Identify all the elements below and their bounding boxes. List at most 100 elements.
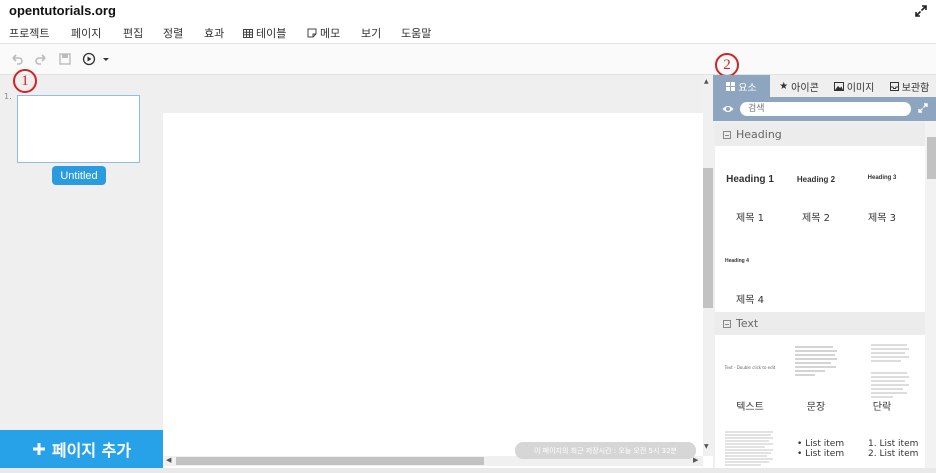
plus-icon	[32, 443, 45, 455]
tab-elements[interactable]: 요소	[713, 75, 770, 97]
toolbar	[0, 44, 936, 75]
heading-2-preview: Heading 2	[796, 175, 836, 184]
element-paragraph-preview[interactable]	[871, 343, 911, 403]
tab-images[interactable]: 이미지	[828, 75, 880, 97]
numbered-item-2: 2. List item	[868, 449, 919, 459]
element-heading-1[interactable]: Heading 1	[719, 174, 781, 185]
heading-4-label: 제목 4	[736, 295, 764, 306]
tab-archive[interactable]: 보관함	[883, 75, 936, 97]
tab-archive-label: 보관함	[901, 82, 930, 94]
menu-memo-label: 메모	[320, 27, 341, 40]
menu-align-label: 정렬	[163, 27, 184, 40]
page-number: 1.	[4, 92, 12, 101]
scroll-up-arrow-icon[interactable]: ▲	[704, 78, 709, 85]
panel-scroll-thumb[interactable]	[927, 137, 936, 179]
heading-3-label: 제목 3	[868, 213, 896, 224]
play-icon[interactable]	[82, 52, 96, 66]
annotation-marker-2: 2	[715, 53, 739, 77]
menu-table[interactable]: 테이블	[243, 25, 286, 41]
menu-bar: 프로젝트 페이지 편집 정렬 효과 테이블 메모 보기 도움말	[0, 22, 936, 44]
table-icon	[243, 28, 253, 38]
element-heading-4[interactable]: Heading 4	[725, 258, 749, 264]
page-thumbnail[interactable]	[17, 95, 140, 163]
menu-effect-label: 효과	[204, 27, 225, 40]
grid-icon	[726, 81, 736, 91]
menu-page-label: 페이지	[71, 27, 102, 40]
tab-icons-label: 아이콘	[791, 82, 819, 94]
expand-icon[interactable]	[918, 103, 928, 113]
panel-search-input[interactable]	[740, 102, 911, 116]
sentence-label: 문장	[806, 402, 826, 413]
menu-project-label: 프로젝트	[9, 27, 50, 40]
archive-icon	[889, 81, 899, 91]
title-bar: opentutorials.org	[0, 0, 936, 22]
list-item: • List item	[797, 439, 845, 449]
star-icon: ★	[779, 80, 789, 92]
menu-view[interactable]: 보기	[361, 25, 381, 41]
save-icon[interactable]	[58, 52, 72, 66]
numbered-item-1: 1. List item	[868, 439, 919, 449]
fullscreen-icon[interactable]	[915, 5, 927, 17]
menu-view-label: 보기	[361, 27, 382, 40]
menu-help[interactable]: 도움말	[401, 25, 431, 41]
paragraph-label: 단락	[872, 402, 892, 413]
collapse-icon	[723, 319, 731, 328]
canvas-vertical-scroll-thumb[interactable]	[703, 168, 713, 308]
menu-edit-label: 편집	[123, 27, 144, 40]
heading-3-preview: Heading 3	[867, 175, 897, 181]
scroll-down-arrow-icon[interactable]: ▼	[704, 443, 709, 450]
list-item: • List item	[797, 449, 845, 459]
dropdown-arrow-icon[interactable]	[99, 52, 113, 66]
menu-memo[interactable]: 메모	[307, 25, 340, 41]
text-preview: Text - Double click to edit	[724, 365, 776, 370]
app-title: opentutorials.org	[9, 3, 116, 18]
scroll-left-arrow-icon[interactable]: ◀	[166, 456, 171, 464]
element-numbered-list[interactable]: 1. List item 2. List item	[868, 439, 918, 459]
menu-table-label: 테이블	[256, 27, 287, 40]
element-long-text-preview[interactable]	[725, 430, 775, 468]
page-canvas[interactable]	[163, 113, 703, 456]
element-sentence-preview[interactable]	[795, 345, 839, 380]
panel-tabs: 요소 ★ 아이콘 이미지 보관함	[713, 75, 936, 97]
memo-icon	[307, 28, 317, 38]
element-heading-2[interactable]: Heading 2	[785, 175, 847, 184]
element-text[interactable]: Text - Double click to edit	[719, 365, 781, 370]
collapse-icon	[723, 130, 731, 139]
heading-2-label: 제목 2	[802, 213, 830, 224]
page-name-button[interactable]: Untitled	[52, 166, 106, 185]
save-status-toast: 이 페이지의 최근 저장시간 : 오늘 오전 5시 32분	[515, 442, 696, 459]
heading-4-preview: Heading 4	[725, 258, 749, 264]
bullet-item-1: List item	[805, 439, 845, 449]
tab-elements-label: 요소	[738, 82, 757, 94]
tab-images-label: 이미지	[846, 82, 875, 94]
section-header-text[interactable]: Text	[715, 312, 925, 335]
scroll-right-arrow-icon[interactable]: ▶	[693, 456, 698, 464]
section-title-heading: Heading	[736, 128, 782, 141]
heading-1-label: 제목 1	[736, 213, 764, 224]
text-label: 텍스트	[736, 402, 764, 413]
eye-icon[interactable]	[722, 104, 734, 114]
menu-effect[interactable]: 효과	[204, 25, 224, 41]
element-bulleted-list[interactable]: • List item • List item	[797, 439, 844, 459]
section-title-text: Text	[736, 317, 759, 330]
bottom-strip	[0, 468, 936, 473]
menu-help-label: 도움말	[401, 27, 432, 40]
add-page-label: 페이지 추가	[51, 441, 132, 460]
redo-icon[interactable]	[34, 52, 48, 66]
section-body-heading: Heading 1 Heading 2 Heading 3 제목 1 제목 2 …	[715, 146, 925, 315]
menu-page[interactable]: 페이지	[71, 25, 101, 41]
annotation-marker-1: 1	[13, 69, 37, 93]
heading-1-preview: Heading 1	[726, 174, 774, 185]
element-heading-3[interactable]: Heading 3	[851, 175, 913, 181]
section-header-heading[interactable]: Heading	[715, 123, 925, 146]
menu-edit[interactable]: 편집	[123, 25, 143, 41]
tab-icons[interactable]: ★ 아이콘	[772, 75, 826, 97]
section-body-text: Text - Double click to edit 텍스트 문장 단락 • …	[715, 335, 925, 468]
elements-list: Heading Heading 1 Heading 2 Heading 3 제목…	[715, 121, 925, 468]
undo-icon[interactable]	[10, 52, 24, 66]
menu-project[interactable]: 프로젝트	[9, 25, 49, 41]
image-icon	[833, 81, 844, 91]
add-page-button[interactable]: 페이지 추가	[0, 430, 163, 468]
canvas-horizontal-scroll-thumb[interactable]	[176, 457, 484, 465]
menu-align[interactable]: 정렬	[163, 25, 183, 41]
